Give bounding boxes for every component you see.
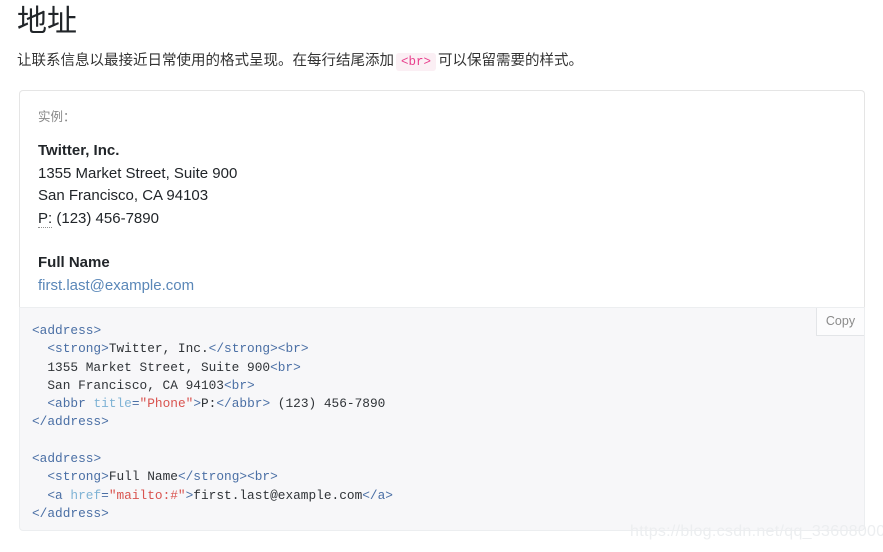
address-person: Full Name first.last@example.com [38, 252, 846, 297]
code-snippet: <address> <strong>Twitter, Inc.</strong>… [20, 308, 864, 523]
copy-button[interactable]: Copy [816, 308, 864, 336]
example-card: 实例： Twitter, Inc. 1355 Market Street, Su… [19, 90, 865, 307]
document-page: 地址 让联系信息以最接近日常使用的格式呈现。在每行结尾添加 <br> 可以保留需要的… [0, 0, 883, 552]
address-person-name: Full Name [38, 254, 110, 271]
phone-abbr: P: [38, 209, 53, 228]
code-block: Copy <address> <strong>Twitter, Inc.</st… [19, 307, 865, 531]
lead-paragraph: 让联系信息以最接近日常使用的格式呈现。在每行结尾添加 <br> 可以保留需要的样式。 [17, 51, 583, 73]
page-title: 地址 [17, 5, 77, 38]
address-city-state-zip: San Francisco, CA 94103 [38, 187, 209, 204]
address-company: Twitter, Inc. 1355 Market Street, Suite … [38, 140, 846, 230]
address-street: 1355 Market Street, Suite 900 [38, 164, 238, 182]
address-email-link[interactable]: first.last@example.com [38, 277, 194, 294]
inline-code-br: <br> [396, 53, 437, 71]
lead-text-after: 可以保留需要的样式。 [438, 53, 584, 69]
example-label: 实例： [38, 110, 76, 124]
lead-text-before: 让联系信息以最接近日常使用的格式呈现。在每行结尾添加 [17, 53, 394, 69]
code-content: <address> <strong>Twitter, Inc.</strong>… [32, 323, 393, 521]
address-phone-number: (123) 456-7890 [56, 209, 159, 227]
address-company-name: Twitter, Inc. [38, 142, 120, 159]
